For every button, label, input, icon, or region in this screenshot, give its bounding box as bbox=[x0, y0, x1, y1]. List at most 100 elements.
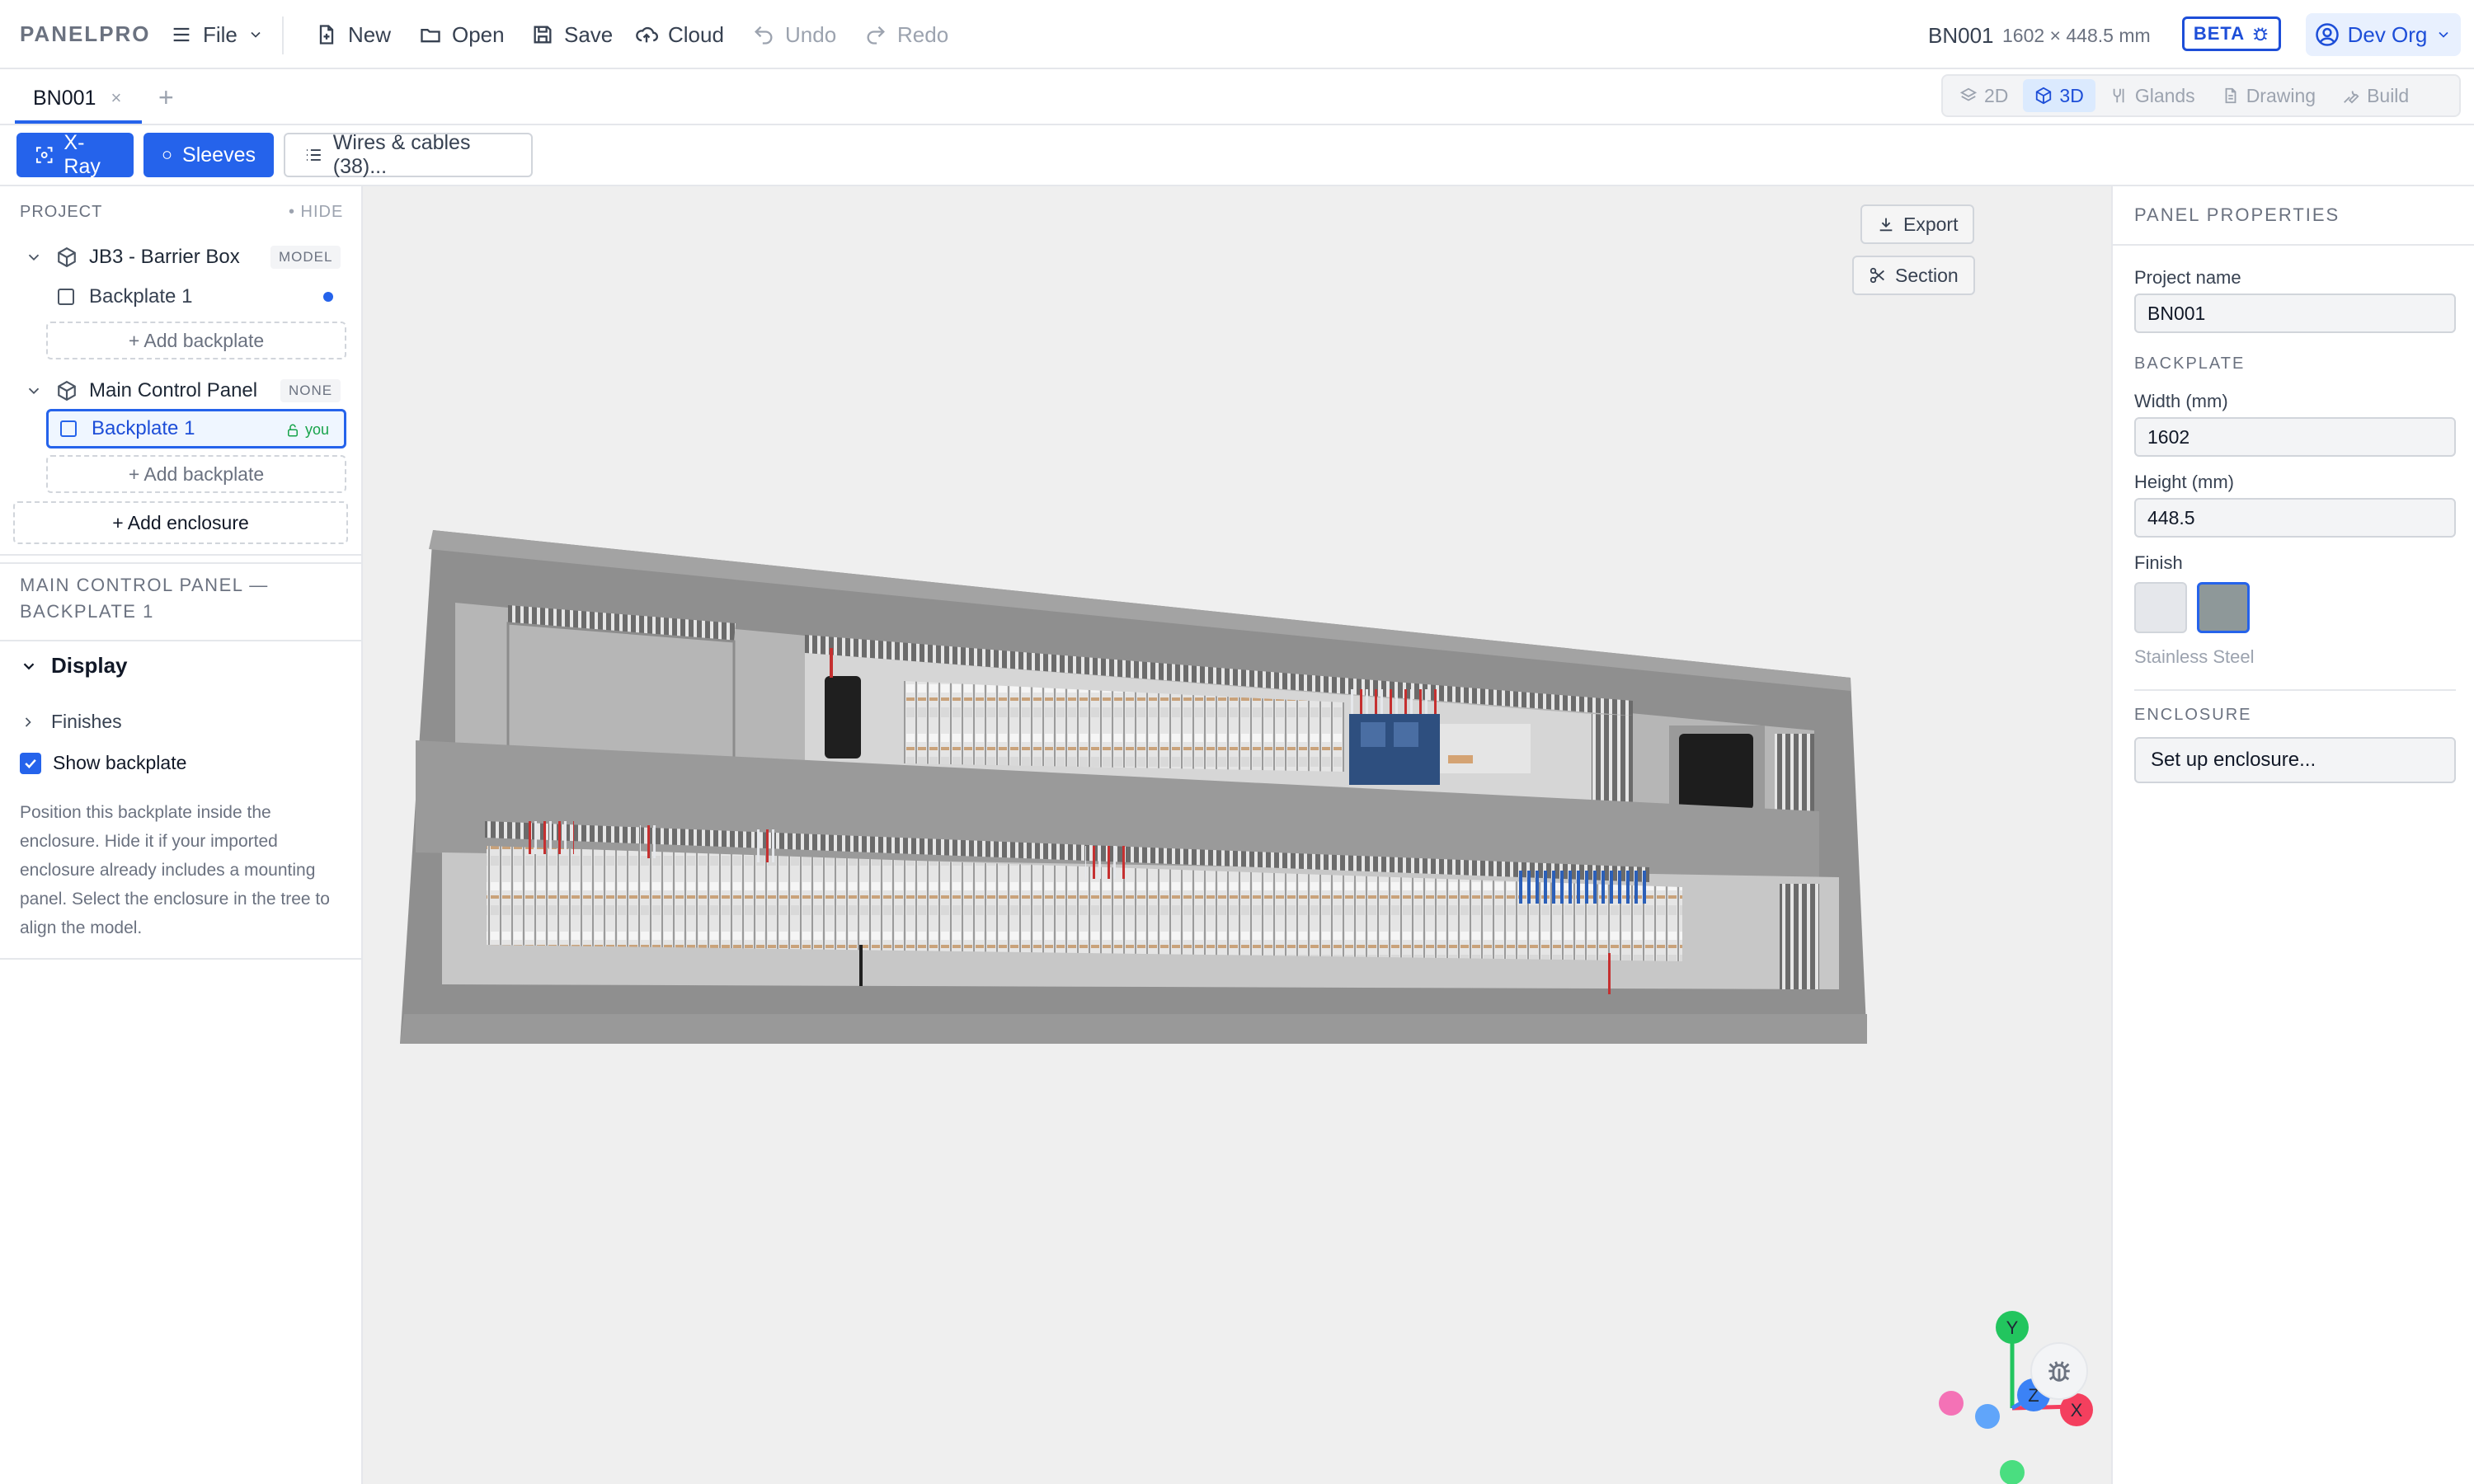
height-label: Height (mm) bbox=[2134, 472, 2235, 492]
cloud-label: Cloud bbox=[668, 21, 724, 47]
add-backplate-button[interactable]: + Add backplate bbox=[46, 322, 346, 359]
show-backplate-checkbox[interactable]: Show backplate bbox=[20, 752, 186, 774]
view-mode-3d[interactable]: 3D bbox=[2023, 79, 2095, 112]
org-label: Dev Org bbox=[2347, 21, 2428, 47]
enclosure-caption: ENCLOSURE bbox=[2134, 706, 2252, 724]
square-icon bbox=[60, 420, 77, 437]
tree-enclosure-main-control-panel[interactable]: Main Control Panel bbox=[25, 373, 257, 409]
set-up-enclosure-button[interactable]: Set up enclosure... bbox=[2134, 737, 2456, 783]
redo-label: Redo bbox=[897, 21, 949, 47]
tab-label: BN001 bbox=[33, 86, 96, 110]
you-label: you bbox=[304, 421, 329, 438]
view-mode-2d[interactable]: 2D bbox=[1948, 79, 2020, 112]
chevron-down-icon bbox=[28, 254, 40, 261]
beta-label: BETA bbox=[2193, 23, 2246, 44]
undo-button[interactable]: Undo bbox=[752, 18, 836, 51]
divider bbox=[0, 554, 363, 556]
view-mode-label: 3D bbox=[2059, 84, 2084, 106]
wires-cables-label: Wires & cables (38)... bbox=[332, 131, 471, 178]
tree-backplate-jb3[interactable]: Backplate 1 bbox=[46, 277, 346, 317]
bug-icon bbox=[2048, 1361, 2070, 1382]
top-bar: PANELPRO File New Open Save Cloud Undo R… bbox=[0, 0, 2474, 69]
cloud-button[interactable]: Cloud bbox=[635, 18, 724, 51]
layers-icon bbox=[1959, 87, 1978, 101]
3d-viewport[interactable]: Export Section Y Z X bbox=[363, 186, 2111, 1484]
axis-gizmo[interactable]: Y Z X bbox=[1930, 1293, 2111, 1484]
panel-properties-sidebar: PANEL PROPERTIES Project name BACKPLATE … bbox=[2111, 186, 2474, 1484]
tree-enclosure-jb3[interactable]: JB3 - Barrier Box bbox=[25, 239, 240, 275]
finish-value: Stainless Steel bbox=[2134, 646, 2255, 667]
new-button[interactable]: New bbox=[315, 18, 391, 51]
list-icon bbox=[306, 149, 321, 161]
new-file-icon bbox=[319, 25, 334, 45]
height-input[interactable] bbox=[2134, 498, 2456, 538]
show-backplate-label: Show backplate bbox=[53, 752, 187, 773]
project-sidebar: PROJECT • HIDE JB3 - Barrier Box MODEL B… bbox=[0, 186, 363, 1484]
tree-backplate-main-control-panel[interactable]: Backplate 1 you bbox=[46, 409, 346, 448]
toolbar-divider bbox=[282, 16, 284, 54]
view-mode-label: Build bbox=[2367, 84, 2410, 106]
beta-badge[interactable]: BETA bbox=[2182, 16, 2281, 51]
cube-icon bbox=[58, 247, 76, 268]
neg-x-axis-handle[interactable] bbox=[1939, 1391, 1964, 1416]
enclosure-name: JB3 - Barrier Box bbox=[89, 246, 240, 268]
folder-open-icon bbox=[421, 29, 440, 43]
neg-z-axis-handle[interactable] bbox=[1975, 1404, 2000, 1429]
x-axis-label: X bbox=[2071, 1400, 2083, 1421]
download-icon bbox=[1879, 218, 1893, 232]
finishes-label: Finishes bbox=[51, 711, 122, 732]
report-bug-button[interactable] bbox=[2030, 1342, 2088, 1400]
close-tab-icon[interactable]: × bbox=[111, 87, 121, 109]
help-text: Position this backplate inside the enclo… bbox=[20, 803, 330, 937]
cable-icon bbox=[2113, 88, 2124, 103]
finish-swatch-steel[interactable] bbox=[2197, 582, 2250, 633]
finish-label: Finish bbox=[2134, 552, 2183, 573]
finish-swatch-light[interactable] bbox=[2134, 582, 2187, 633]
tab-bn001[interactable]: BN001 × bbox=[15, 76, 142, 124]
section-button[interactable]: Section bbox=[1852, 256, 1975, 295]
new-label: New bbox=[348, 21, 392, 47]
open-label: Open bbox=[452, 21, 505, 47]
project-name-input[interactable] bbox=[2134, 294, 2456, 333]
hide-sidebar-button[interactable]: • HIDE bbox=[289, 203, 343, 222]
export-button[interactable]: Export bbox=[1860, 204, 1975, 244]
file-menu-button[interactable]: File bbox=[170, 18, 264, 51]
display-section-toggle[interactable]: Display bbox=[20, 653, 128, 679]
chevron-down-icon bbox=[2439, 31, 2448, 38]
divider bbox=[0, 640, 363, 641]
save-button[interactable]: Save bbox=[531, 18, 613, 51]
view-mode-switcher: 2D 3D Glands Drawing Build bbox=[1941, 74, 2461, 117]
wrench-icon bbox=[2344, 91, 2359, 104]
user-circle-icon bbox=[2315, 23, 2339, 46]
open-button[interactable]: Open bbox=[419, 18, 505, 51]
add-enclosure-button[interactable]: + Add enclosure bbox=[13, 501, 348, 544]
bug-icon bbox=[2253, 27, 2268, 41]
export-label: Export bbox=[1903, 213, 1959, 235]
scissors-icon bbox=[1870, 267, 1884, 284]
enclosure-name: Main Control Panel bbox=[89, 379, 258, 402]
view-mode-glands[interactable]: Glands bbox=[2099, 79, 2207, 112]
finishes-toggle[interactable]: Finishes bbox=[20, 711, 122, 733]
xray-label: X-Ray bbox=[63, 131, 101, 178]
panel-3d-model[interactable] bbox=[363, 186, 2111, 1484]
divider bbox=[0, 958, 363, 960]
undo-label: Undo bbox=[785, 21, 837, 47]
width-input[interactable] bbox=[2134, 417, 2456, 457]
view-mode-drawing[interactable]: Drawing bbox=[2210, 79, 2327, 112]
chevron-down-icon bbox=[251, 31, 261, 38]
add-backplate-button[interactable]: + Add backplate bbox=[46, 455, 346, 493]
xray-toggle[interactable]: X-Ray bbox=[16, 131, 134, 178]
redo-button[interactable]: Redo bbox=[864, 18, 948, 51]
chevron-down-icon bbox=[28, 387, 40, 395]
sleeves-toggle[interactable]: Sleeves bbox=[143, 133, 274, 177]
org-menu-button[interactable]: Dev Org bbox=[2306, 13, 2461, 56]
app-brand: PANELPRO bbox=[20, 21, 151, 46]
wires-cables-button[interactable]: Wires & cables (38)... bbox=[284, 131, 533, 178]
enclosure-badge: MODEL bbox=[270, 246, 341, 269]
neg-y-axis-handle[interactable] bbox=[2000, 1460, 2025, 1484]
view-mode-label: 2D bbox=[1984, 84, 2009, 106]
cube-icon bbox=[58, 380, 76, 402]
save-icon bbox=[534, 26, 552, 44]
view-mode-build[interactable]: Build bbox=[2331, 79, 2420, 112]
add-tab-button[interactable]: + bbox=[158, 82, 174, 113]
